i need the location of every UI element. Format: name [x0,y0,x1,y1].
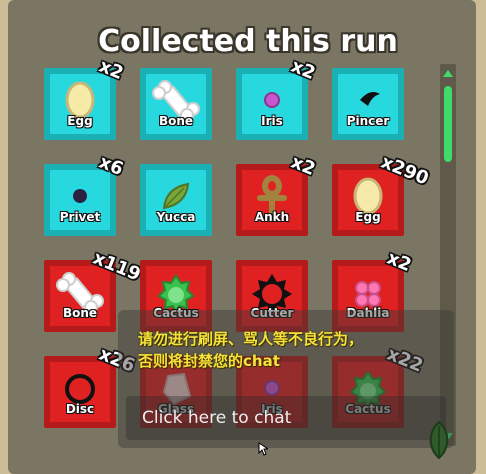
item-label: Privet [59,210,101,224]
item-label: Disc [65,402,95,416]
item-label: Yucca [156,210,196,224]
item-tile-privet[interactable]: Privet x6 [44,152,126,236]
mouse-cursor-icon [258,442,268,456]
item-tile-bone[interactable]: Bone [140,68,212,140]
item-label: Egg [67,114,93,128]
item-label: Bone [62,306,98,320]
chat-input[interactable] [126,396,446,440]
chat-warning: 请勿进行刷屏、骂人等不良行为， 否则将封禁您的chat [138,328,438,372]
item-tile-bone[interactable]: Bone x119 [44,248,143,332]
item-label: Iris [261,114,283,128]
item-tile-ankh[interactable]: Ankh x2 [236,152,318,236]
item-label: Pincer [346,114,390,128]
item-tile-pincer[interactable]: Pincer [332,68,404,140]
item-tile-yucca[interactable]: Yucca [140,164,212,236]
scroll-up-icon[interactable] [443,70,453,77]
item-tile-egg[interactable]: Egg x290 [332,152,431,236]
item-tile-iris[interactable]: Iris x2 [236,56,318,140]
item-tile-disc[interactable]: Disc x26 [44,344,138,428]
chat-warning-line1: 请勿进行刷屏、骂人等不良行为， [138,330,364,348]
item-label: Ankh [254,210,290,224]
item-label: Bone [158,114,194,128]
scrollbar-thumb[interactable] [444,86,452,162]
leaf-icon[interactable] [426,420,452,460]
item-label: Egg [355,210,381,224]
chat-warning-line2: 否则将封禁您的chat [138,352,280,370]
item-tile-egg[interactable]: Egg x2 [44,56,126,140]
